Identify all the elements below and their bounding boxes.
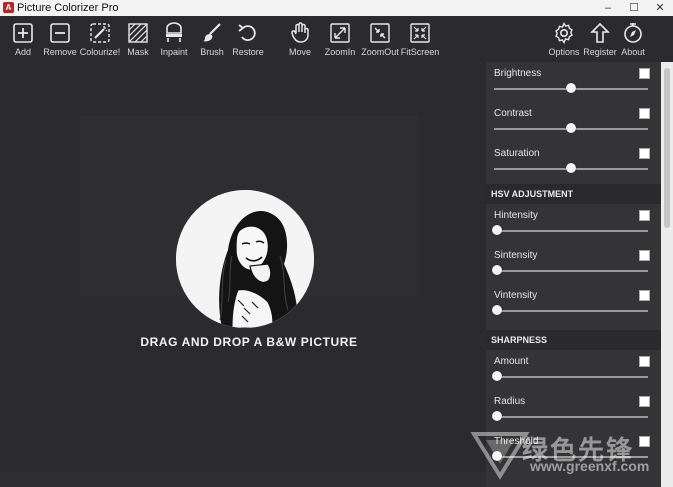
hintensity-checkbox[interactable]: [639, 210, 650, 221]
sharpness-section-header: SHARPNESS: [486, 330, 661, 350]
sketch-portrait-icon: [176, 190, 314, 328]
compass-icon: [624, 23, 642, 43]
plus-box-icon: [13, 23, 33, 43]
fit-screen-icon: [410, 23, 430, 43]
adjustment-panel: Brightness Contrast Saturation HSV ADJUS…: [486, 62, 661, 487]
zoom-out-icon: [370, 23, 390, 43]
brightness-slider-thumb[interactable]: [566, 83, 576, 93]
brightness-label: Brightness: [494, 68, 542, 79]
inpaint-icon: [166, 22, 182, 42]
panel-scrollbar[interactable]: [661, 62, 673, 487]
brush-icon: [203, 23, 221, 42]
vintensity-label: Vintensity: [494, 290, 538, 301]
upload-arrow-icon: [590, 22, 610, 43]
amount-label: Amount: [494, 356, 529, 367]
app-window: A Picture Colorizer Pro – ☐ ✕ Add Remove C…: [0, 0, 673, 487]
window-title: Picture Colorizer Pro: [17, 2, 119, 14]
brightness-checkbox[interactable]: [639, 68, 650, 79]
fit-screen-button[interactable]: FitScreen: [400, 18, 440, 62]
maximize-button[interactable]: ☐: [621, 0, 647, 16]
sintensity-row: Sintensity: [486, 244, 661, 284]
hand-icon: [291, 22, 309, 43]
radius-row: Radius: [486, 390, 661, 430]
hintensity-row: Hintensity: [486, 204, 661, 244]
sintensity-slider-track[interactable]: [494, 270, 648, 272]
gear-icon: [555, 22, 573, 44]
hintensity-label: Hintensity: [494, 210, 538, 221]
watermark: 绿色先锋 www.greenxf.com: [470, 428, 670, 484]
contrast-slider-thumb[interactable]: [566, 123, 576, 133]
vintensity-row: Vintensity: [486, 284, 661, 324]
hintensity-slider-track[interactable]: [494, 230, 648, 232]
drop-placeholder-image: [176, 190, 314, 328]
sintensity-label: Sintensity: [494, 250, 538, 261]
contrast-row: Contrast: [486, 102, 661, 142]
amount-slider-track[interactable]: [494, 376, 648, 378]
drop-instruction-text: DRAG AND DROP A B&W PICTURE: [140, 335, 358, 349]
amount-row: Amount: [486, 350, 661, 390]
brightness-row: Brightness: [486, 62, 661, 102]
about-button[interactable]: About: [613, 18, 653, 62]
radius-slider-track[interactable]: [494, 416, 648, 418]
watermark-logo-icon: [470, 432, 530, 480]
toolbar: Add Remove Colourize! Mask Inpaint Brush: [0, 16, 673, 62]
saturation-checkbox[interactable]: [639, 148, 650, 159]
restore-label: Restore: [232, 47, 264, 57]
amount-slider-thumb[interactable]: [492, 371, 502, 381]
restore-arrow-icon: [238, 24, 256, 41]
app-logo-icon: A: [3, 2, 14, 13]
minus-box-icon: [50, 23, 70, 43]
vintensity-slider-thumb[interactable]: [492, 305, 502, 315]
radius-checkbox[interactable]: [639, 396, 650, 407]
minimize-button[interactable]: –: [595, 0, 621, 16]
close-button[interactable]: ✕: [647, 0, 673, 16]
radius-label: Radius: [494, 396, 526, 407]
magic-wand-icon: [90, 23, 110, 43]
panel-scrollbar-thumb[interactable]: [664, 68, 670, 228]
mask-hatch-icon: [128, 23, 148, 43]
zoom-in-icon: [330, 23, 350, 43]
contrast-checkbox[interactable]: [639, 108, 650, 119]
restore-button[interactable]: Restore: [228, 18, 268, 62]
radius-slider-thumb[interactable]: [492, 411, 502, 421]
vintensity-slider-track[interactable]: [494, 310, 648, 312]
status-bar: [0, 472, 486, 487]
amount-checkbox[interactable]: [639, 356, 650, 367]
sintensity-slider-thumb[interactable]: [492, 265, 502, 275]
about-label: About: [621, 47, 645, 57]
vintensity-checkbox[interactable]: [639, 290, 650, 301]
saturation-slider-thumb[interactable]: [566, 163, 576, 173]
title-bar: A Picture Colorizer Pro – ☐ ✕: [0, 0, 673, 16]
contrast-label: Contrast: [494, 108, 532, 119]
hintensity-slider-thumb[interactable]: [492, 225, 502, 235]
saturation-label: Saturation: [494, 148, 540, 159]
sintensity-checkbox[interactable]: [639, 250, 650, 261]
watermark-url: www.greenxf.com: [530, 458, 650, 474]
hsv-section-header: HSV ADJUSTMENT: [486, 184, 661, 204]
fit-screen-label: FitScreen: [400, 47, 440, 57]
saturation-row: Saturation: [486, 142, 661, 182]
